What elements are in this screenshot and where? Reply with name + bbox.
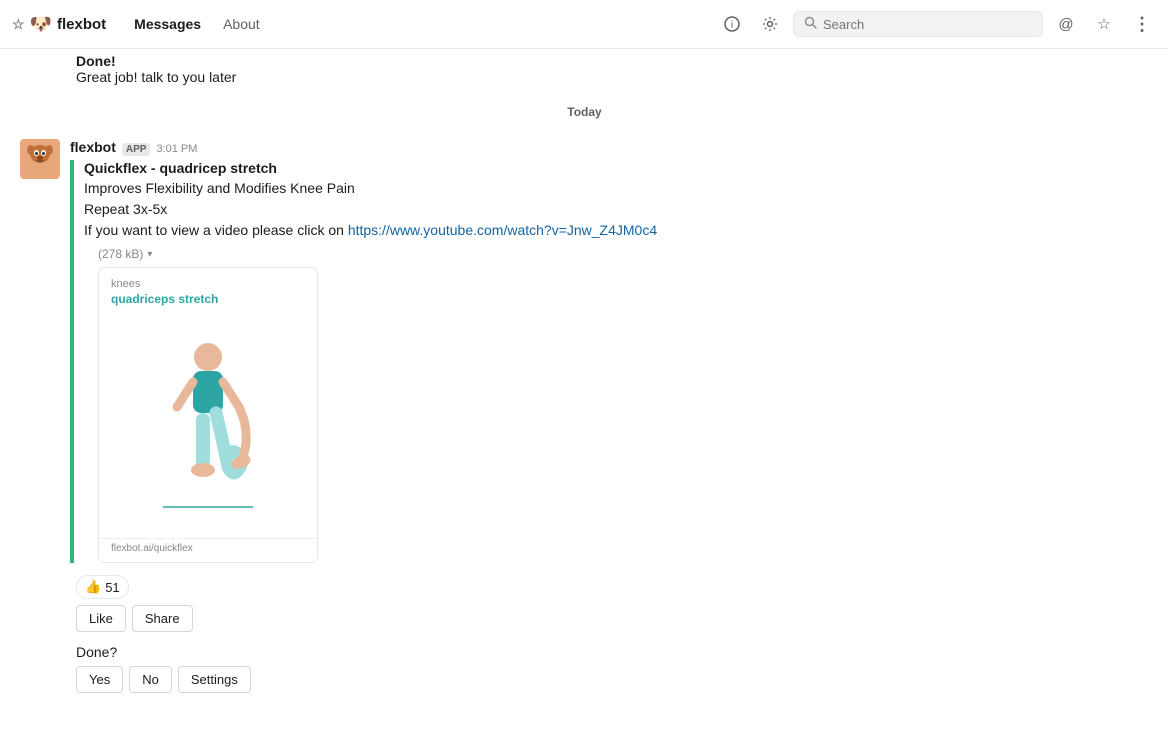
reaction-row: 👍 51 [20, 575, 1149, 599]
image-card: knees quadriceps stretch [98, 267, 318, 563]
card-block: Quickflex - quadricep stretch Improves F… [70, 160, 1149, 563]
done-section: Done? Yes No Settings [20, 644, 1149, 693]
reaction-emoji: 👍 [85, 579, 101, 595]
topbar: ☆ 🐶 flexbot Messages About i [0, 0, 1169, 49]
card-line3-prefix: If you want to view a video please click… [84, 222, 348, 238]
dropdown-arrow[interactable]: ▾ [147, 249, 152, 260]
message-row: flexbot APP 3:01 PM Quickflex - quadrice… [20, 135, 1149, 567]
file-size-row: (278 kB) ▾ [84, 247, 1149, 261]
tab-about[interactable]: About [213, 10, 270, 38]
reaction-badge[interactable]: 👍 51 [76, 575, 129, 599]
app-icon: 🐶 [30, 14, 52, 35]
star-icon[interactable]: ☆ [12, 16, 25, 33]
mention-button[interactable]: @ [1051, 9, 1081, 39]
share-button[interactable]: Share [132, 605, 193, 632]
svg-text:i: i [731, 20, 733, 31]
mention-icon: @ [1058, 16, 1073, 33]
app-name: flexbot [57, 16, 106, 33]
sender-name: flexbot [70, 139, 116, 155]
chat-area: Done! Great job! talk to you later Today [0, 49, 1169, 743]
done-question: Done? [76, 644, 1149, 660]
file-size: (278 kB) [98, 247, 143, 261]
card-line2: Repeat 3x-5x [84, 199, 1149, 220]
card-link[interactable]: https://www.youtube.com/watch?v=Jnw_Z4JM… [348, 222, 657, 238]
app-badge: APP [122, 143, 151, 156]
topbar-right: i @ ☆ ⋮ [717, 9, 1157, 39]
message-header: flexbot APP 3:01 PM [70, 139, 1149, 156]
image-card-inner: knees quadriceps stretch [99, 268, 317, 538]
tab-messages[interactable]: Messages [124, 10, 211, 38]
done-buttons: Yes No Settings [76, 666, 1149, 693]
search-input[interactable] [823, 17, 1032, 32]
search-icon [804, 16, 817, 32]
prev-done-text: Great job! talk to you later [76, 69, 236, 85]
app-title: ☆ 🐶 flexbot [12, 14, 106, 35]
image-label: knees [111, 278, 305, 290]
reaction-count: 51 [105, 580, 119, 595]
image-sublabel: quadriceps stretch [111, 292, 305, 306]
search-bar[interactable] [793, 11, 1043, 37]
nav-tabs: Messages About [124, 10, 270, 38]
like-button[interactable]: Like [76, 605, 126, 632]
no-button[interactable]: No [129, 666, 172, 693]
card-line3: If you want to view a video please click… [84, 220, 1149, 241]
fav-icon: ☆ [1097, 15, 1110, 33]
more-icon: ⋮ [1133, 14, 1151, 35]
card-title: Quickflex - quadricep stretch [84, 160, 1149, 176]
yes-button[interactable]: Yes [76, 666, 123, 693]
date-label: Today [567, 105, 601, 119]
more-button[interactable]: ⋮ [1127, 9, 1157, 39]
exercise-figure [111, 312, 305, 532]
info-button[interactable]: i [717, 9, 747, 39]
action-buttons: Like Share [20, 605, 1149, 632]
message-body: flexbot APP 3:01 PM Quickflex - quadrice… [70, 139, 1149, 563]
star-button[interactable]: ☆ [1089, 9, 1119, 39]
topbar-left: ☆ 🐶 flexbot Messages About [12, 10, 270, 38]
image-footer: flexbot.ai/quickflex [99, 538, 317, 562]
timestamp: 3:01 PM [156, 143, 197, 155]
card-line1: Improves Flexibility and Modifies Knee P… [84, 178, 1149, 199]
prev-message: Done! Great job! talk to you later [20, 49, 1149, 89]
prev-done-label: Done! [76, 53, 116, 69]
settings-button[interactable] [755, 9, 785, 39]
date-divider: Today [20, 93, 1149, 127]
avatar [20, 139, 60, 179]
settings-button[interactable]: Settings [178, 666, 251, 693]
